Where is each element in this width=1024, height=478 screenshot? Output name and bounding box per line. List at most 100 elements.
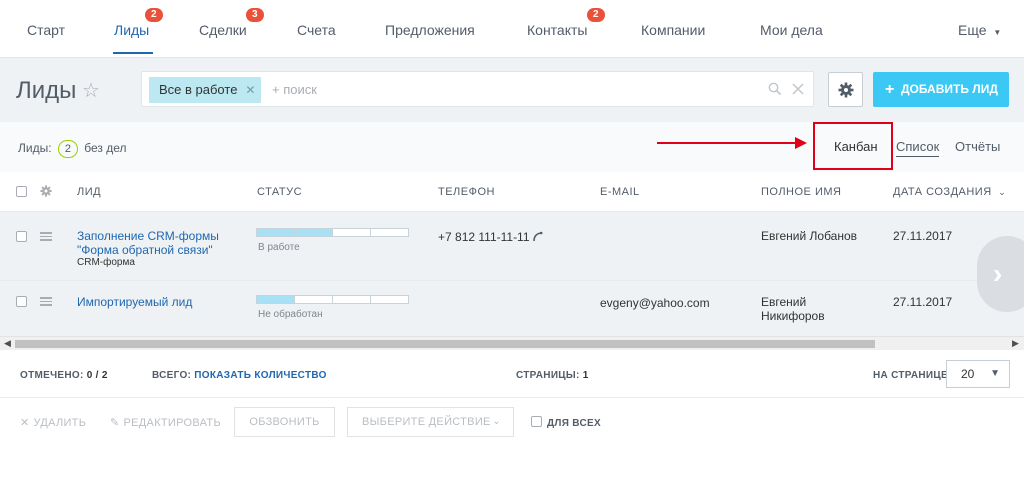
column-header-created-date[interactable]: ДАТА СОЗДАНИЯ ⌄ [893,186,1006,198]
row-checkbox[interactable] [16,231,27,242]
leads-summary-prefix: Лиды: [18,141,52,155]
select-all-checkbox[interactable] [16,186,27,197]
nav-item-leads[interactable]: Лиды [114,22,149,38]
add-lead-button[interactable]: + ДОБАВИТЬ ЛИД [873,72,1009,107]
nav-item-deals[interactable]: Сделки [199,22,247,38]
tab-kanban[interactable]: Канбан [834,139,878,154]
search-input[interactable]: + поиск [272,82,317,97]
tab-reports[interactable]: Отчёты [955,139,1000,154]
scroll-left-arrow-icon[interactable]: ◀ [4,338,11,349]
gear-icon[interactable] [40,185,52,197]
leads-count-badge[interactable]: 2 [57,140,78,158]
annotation-arrow [657,142,797,144]
full-name-value: Евгений Никифоров [761,295,825,323]
column-header-email[interactable]: E-MAIL [600,186,640,198]
lead-title-line1: Заполнение CRM-формы [77,229,219,243]
plus-icon: + [885,81,895,98]
status-segment-divider [370,296,371,303]
nav-item-quotes[interactable]: Предложения [385,22,475,38]
full-name-line2: Никифоров [761,309,825,323]
for-all-label: ДЛЯ ВСЕХ [547,418,601,429]
lead-title-link[interactable]: Заполнение CRM-формы "Форма обратной свя… [77,229,219,257]
nav-more-menu[interactable]: Еще ▼ [958,22,1001,38]
status-segment-divider [294,296,295,303]
email-value: evgeny@yahoo.com [600,296,710,310]
column-header-full-name[interactable]: ПОЛНОЕ ИМЯ [761,186,841,198]
nav-active-indicator [113,52,153,54]
filter-search-bar[interactable]: Все в работе ✕ + поиск [141,71,814,107]
column-header-lead[interactable]: ЛИД [77,186,101,198]
selected-label: ОТМЕЧЕНО: [20,370,84,381]
nav-badge-contacts: 2 [587,8,605,22]
chevron-down-icon: ⌄ [998,187,1007,197]
per-page-value: 20 [961,367,975,381]
column-header-phone[interactable]: ТЕЛЕФОН [438,186,495,198]
created-date-value: 27.11.2017 [893,229,953,243]
settings-button[interactable] [828,72,863,107]
close-icon[interactable]: ✕ [245,77,255,103]
delete-action[interactable]: ✕ УДАЛИТЬ [20,416,86,429]
tab-list[interactable]: Список [896,139,940,157]
leads-summary-suffix: без дел [84,141,127,155]
pages-counter: СТРАНИЦЫ: 1 [516,370,589,381]
gear-icon [838,82,854,98]
lead-title-link[interactable]: Импортируемый лид [77,295,192,309]
for-all-checkbox[interactable] [531,416,542,427]
clear-icon[interactable] [792,83,804,95]
table-row[interactable]: Импортируемый лид Не обработан evgeny@ya… [0,281,1024,336]
table-row[interactable]: Заполнение CRM-формы "Форма обратной свя… [0,212,1024,280]
annotation-arrow-head [795,137,807,149]
nav-item-invoices[interactable]: Счета [297,22,336,38]
phone-call-icon[interactable] [532,231,543,242]
delete-action-label: УДАЛИТЬ [33,417,87,429]
lead-title-line2: "Форма обратной связи" [77,243,213,257]
horizontal-scrollbar[interactable]: ◀ ▶ [0,336,1024,350]
close-icon: ✕ [20,417,30,429]
chevron-down-icon: ▼ [993,28,1002,37]
chevron-down-icon: ▼ [990,368,1000,379]
nav-badge-leads: 2 [145,8,163,22]
nav-item-companies[interactable]: Компании [641,22,705,38]
choose-action-select[interactable]: ВЫБЕРИТЕ ДЕЙСТВИЕ ⌄ [347,407,514,437]
status-segment-divider [332,296,333,303]
chevron-down-icon: ⌄ [492,416,501,427]
per-page-label: НА СТРАНИЦЕ: [873,370,952,381]
per-page-select[interactable]: 20 ▼ [946,360,1010,388]
status-segment-divider [370,229,371,236]
edit-action[interactable]: ✎ РЕДАКТИРОВАТЬ [110,416,221,429]
leads-summary: Лиды: 2 без дел [18,140,127,158]
total-counter: ВСЕГО: ПОКАЗАТЬ КОЛИЧЕСТВО [152,370,327,381]
menu-icon[interactable] [40,297,52,306]
scrollbar-thumb[interactable] [15,340,875,348]
choose-action-label: ВЫБЕРИТЕ ДЕЙСТВИЕ [362,416,491,428]
nav-item-contacts[interactable]: Контакты [527,22,587,38]
pages-label: СТРАНИЦЫ: [516,370,580,381]
search-icon[interactable] [768,82,782,96]
table-footer: ОТМЕЧЕНО: 0 / 2 ВСЕГО: ПОКАЗАТЬ КОЛИЧЕСТ… [0,350,1024,398]
full-name-value: Евгений Лобанов [761,229,857,243]
add-lead-label: ДОБАВИТЬ ЛИД [901,82,998,96]
nav-item-my-tasks[interactable]: Мои дела [760,22,823,38]
menu-icon[interactable] [40,232,52,241]
column-header-created-date-label: ДАТА СОЗДАНИЯ [893,186,992,198]
nav-item-start[interactable]: Старт [27,22,65,38]
scroll-right-arrow-icon[interactable]: ▶ [1012,338,1019,349]
pencil-icon: ✎ [110,417,120,429]
status-progress-bar[interactable] [256,295,409,304]
created-date-value: 27.11.2017 [893,295,953,309]
call-button[interactable]: ОБЗВОНИТЬ [234,407,335,437]
row-checkbox[interactable] [16,296,27,307]
nav-more-label: Еще [958,22,987,38]
star-icon[interactable]: ☆ [82,78,100,103]
selected-counter: ОТМЕЧЕНО: 0 / 2 [20,370,108,381]
phone-value: +7 812 111-11-11 [438,230,530,244]
lead-source: CRM-форма [77,257,135,268]
total-label: ВСЕГО: [152,370,192,381]
filter-tag[interactable]: Все в работе ✕ [149,77,262,103]
selected-value: 0 / 2 [86,370,108,381]
pages-value[interactable]: 1 [583,370,589,381]
show-count-link[interactable]: ПОКАЗАТЬ КОЛИЧЕСТВО [194,370,326,381]
status-progress-bar[interactable] [256,228,409,237]
column-header-status[interactable]: СТАТУС [257,186,302,198]
table-header: ЛИД СТАТУС ТЕЛЕФОН E-MAIL ПОЛНОЕ ИМЯ ДАТ… [0,172,1024,212]
